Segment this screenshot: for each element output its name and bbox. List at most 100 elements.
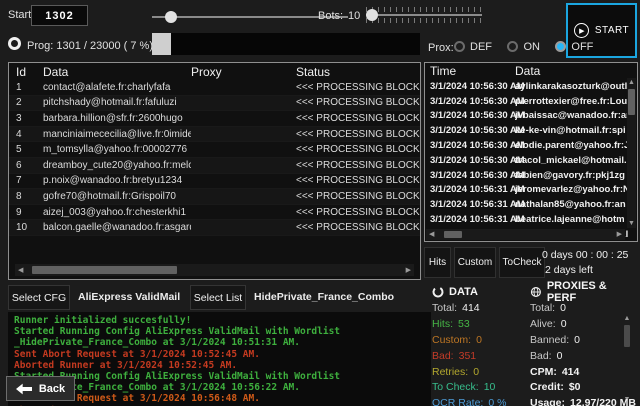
header-status[interactable]: Status [296,65,420,79]
proxies-stats-title: PROXIES & PERF [530,284,638,300]
proxy-mode-option[interactable]: ON [507,41,540,53]
proxy-mode-option[interactable]: DEF [454,41,492,53]
proxy-mode-option[interactable]: OFF [555,41,593,53]
stat-label: Alive: [530,318,556,330]
cell-id: 3 [9,113,43,124]
table-row[interactable]: 3/1/2024 10:56:30 AM elodie.parent@yahoo… [425,138,637,153]
cell-status: <<< PROCESSING BLOCK: REC [296,175,420,186]
radio-icon[interactable] [454,41,465,52]
stat-row: Hits: 53 [432,316,528,332]
stat-value: 414 [562,366,580,378]
header-id[interactable]: Id [9,65,43,79]
cell-hit-data: pierrottexier@free.fr:Lou [515,96,637,107]
cell-id: 4 [9,129,43,140]
start-slider-thumb[interactable] [165,11,177,23]
table-row[interactable]: 6 dreamboy_cute20@yahoo.fr:melcac <<< PR… [9,158,420,174]
scroll-down-icon[interactable]: ▼ [627,219,636,228]
cell-data: balcon.gaelle@wanadoo.fr:asgard25 [43,222,191,233]
cell-id: 10 [9,222,43,233]
back-button[interactable]: Back [6,376,75,401]
table-row[interactable]: 4 manciniaimececilia@live.fr:0imideld <<… [9,127,420,143]
stat-value: 0 [473,366,479,378]
cell-status: <<< PROCESSING BLOCK: REC [296,191,420,202]
table-row[interactable]: 3/1/2024 10:56:31 AM jeromevarlez@yahoo.… [425,183,637,198]
table-row[interactable]: 3/1/2024 10:56:30 AM tracol_mickael@hotm… [425,153,637,168]
cell-hit-data: tracol_mickael@hotmail. [515,155,637,166]
tab-tocheck[interactable]: ToCheck [499,247,545,278]
progress-radio[interactable] [8,37,21,50]
stat-value: 0 % [488,397,506,406]
header-proxy[interactable]: Proxy [191,65,296,79]
stat-label: To Check: [432,381,479,393]
left-table-horizontal-scrollbar[interactable]: ◀ ▶ [15,264,414,276]
scroll-left-icon[interactable]: ◀ [426,231,437,238]
table-row[interactable]: 3/1/2024 10:56:31 AM nathalan85@yahoo.fr… [425,197,637,212]
log-line: Sent Abort Request at 3/1/2024 10:52:45 … [14,349,417,360]
scroll-right-icon[interactable]: ▶ [403,267,414,274]
scroll-up-icon[interactable]: ▲ [627,78,636,87]
scrollbar-thumb[interactable] [32,266,177,274]
table-row[interactable]: 10 balcon.gaelle@wanadoo.fr:asgard25 <<<… [9,220,420,236]
cell-status: <<< PROCESSING BLOCK: REC [296,207,420,218]
bots-value: 10 [348,10,360,22]
stat-row: Usage: 12.97/220 MB [530,395,638,406]
scroll-left-icon[interactable]: ◀ [15,267,26,274]
bots-slider-thumb[interactable] [366,9,378,21]
stat-label: Banned: [530,334,569,346]
bots-slider[interactable] [366,7,482,23]
runner-table-header: Id Data Proxy Status [9,63,420,80]
cell-hit-data: ke-ke-vin@hotmail.fr:spi [515,125,637,136]
select-cfg-button[interactable]: Select CFG [8,285,70,310]
progress-label: Prog: [27,40,53,52]
radio-icon[interactable] [507,41,518,52]
hits-table-horizontal-scrollbar[interactable]: ◀ ▶ [426,229,625,240]
radio-icon[interactable] [555,41,566,52]
table-row[interactable]: 7 p.noix@wanadoo.fr:bretyu1234 <<< PROCE… [9,174,420,190]
cell-status: <<< PROCESSING BLOCK: REC [296,222,420,233]
table-row[interactable]: 9 aizej_003@yahoo.fr:chesterkhi1 <<< PRO… [9,205,420,221]
runner-data-table: Id Data Proxy Status 1 contact@alafete.f… [8,62,421,280]
start-input[interactable] [31,5,88,26]
cell-hit-data: jeromevarlez@yahoo.fr:N [515,184,637,195]
table-row[interactable]: 3/1/2024 10:56:30 AM pierrottexier@free.… [425,94,637,109]
select-list-button[interactable]: Select List [190,285,246,310]
header-data[interactable]: Data [43,65,191,79]
stat-label: Bad: [432,350,454,362]
table-row[interactable]: 1 contact@alafete.fr:charlyfafa <<< PROC… [9,80,420,96]
scrollbar-thumb[interactable] [444,231,462,238]
cell-status: <<< PROCESSING BLOCK: REC [296,82,420,93]
stat-value: 0 [557,350,563,362]
tab-custom[interactable]: Custom [454,247,496,278]
scrollbar-thumb[interactable] [628,89,635,115]
stat-label: Credit: [530,381,564,393]
hits-table: Time Data 3/1/2024 10:56:30 AM aylinkara… [424,62,638,242]
tab-hits[interactable]: Hits [424,247,451,278]
bots-slider-ticks-top [366,7,482,12]
hits-table-vertical-scrollbar[interactable]: ▲ ▼ [627,78,636,228]
cell-id: 7 [9,175,43,186]
table-row[interactable]: 3/1/2024 10:56:31 AM beatrice.lajeanne@h… [425,212,637,227]
table-row[interactable]: 8 gofre70@hotmail.fr:Grispoil70 <<< PROC… [9,189,420,205]
table-row[interactable]: 3/1/2024 10:56:30 AM ke-ke-vin@hotmail.f… [425,123,637,138]
header-time[interactable]: Time [425,64,515,78]
cell-id: 6 [9,160,43,171]
table-row[interactable]: 2 pitchshady@hotmail.fr:fafuluzi <<< PRO… [9,96,420,112]
stat-row: Bad: 351 [432,348,528,364]
cell-status: <<< PROCESSING BLOCK: REC [296,113,420,124]
days-left-label: 2 days left [545,264,593,276]
data-stats-title-label: DATA [449,286,478,298]
wordlist-name: HidePrivate_France_Combo [254,291,394,303]
scroll-right-icon[interactable]: ▶ [614,231,625,238]
table-row[interactable]: 5 m_tomsylla@yahoo.fr:00002776 <<< PROCE… [9,142,420,158]
log-line: Started Running Config AliExpress ValidM… [14,326,417,337]
table-row[interactable]: 3/1/2024 10:56:30 AM jvbaissac@wanadoo.f… [425,109,637,124]
stat-row: Retries: 0 [432,364,528,380]
header-hit-data[interactable]: Data [515,64,637,78]
table-row[interactable]: 3/1/2024 10:56:30 AM fabien@gavory.fr:pk… [425,168,637,183]
cell-hit-data: elodie.parent@yahoo.fr:J [515,140,637,151]
table-row[interactable]: 3/1/2024 10:56:30 AM aylinkarakasozturk@… [425,79,637,94]
cell-data: m_tomsylla@yahoo.fr:00002776 [43,144,191,155]
table-row[interactable]: 3 barbara.hillion@sfr.fr:2600hugo <<< PR… [9,111,420,127]
progress-value: 1301 / 23000 ( 7 %) [56,40,153,52]
cell-time: 3/1/2024 10:56:30 AM [425,96,515,107]
